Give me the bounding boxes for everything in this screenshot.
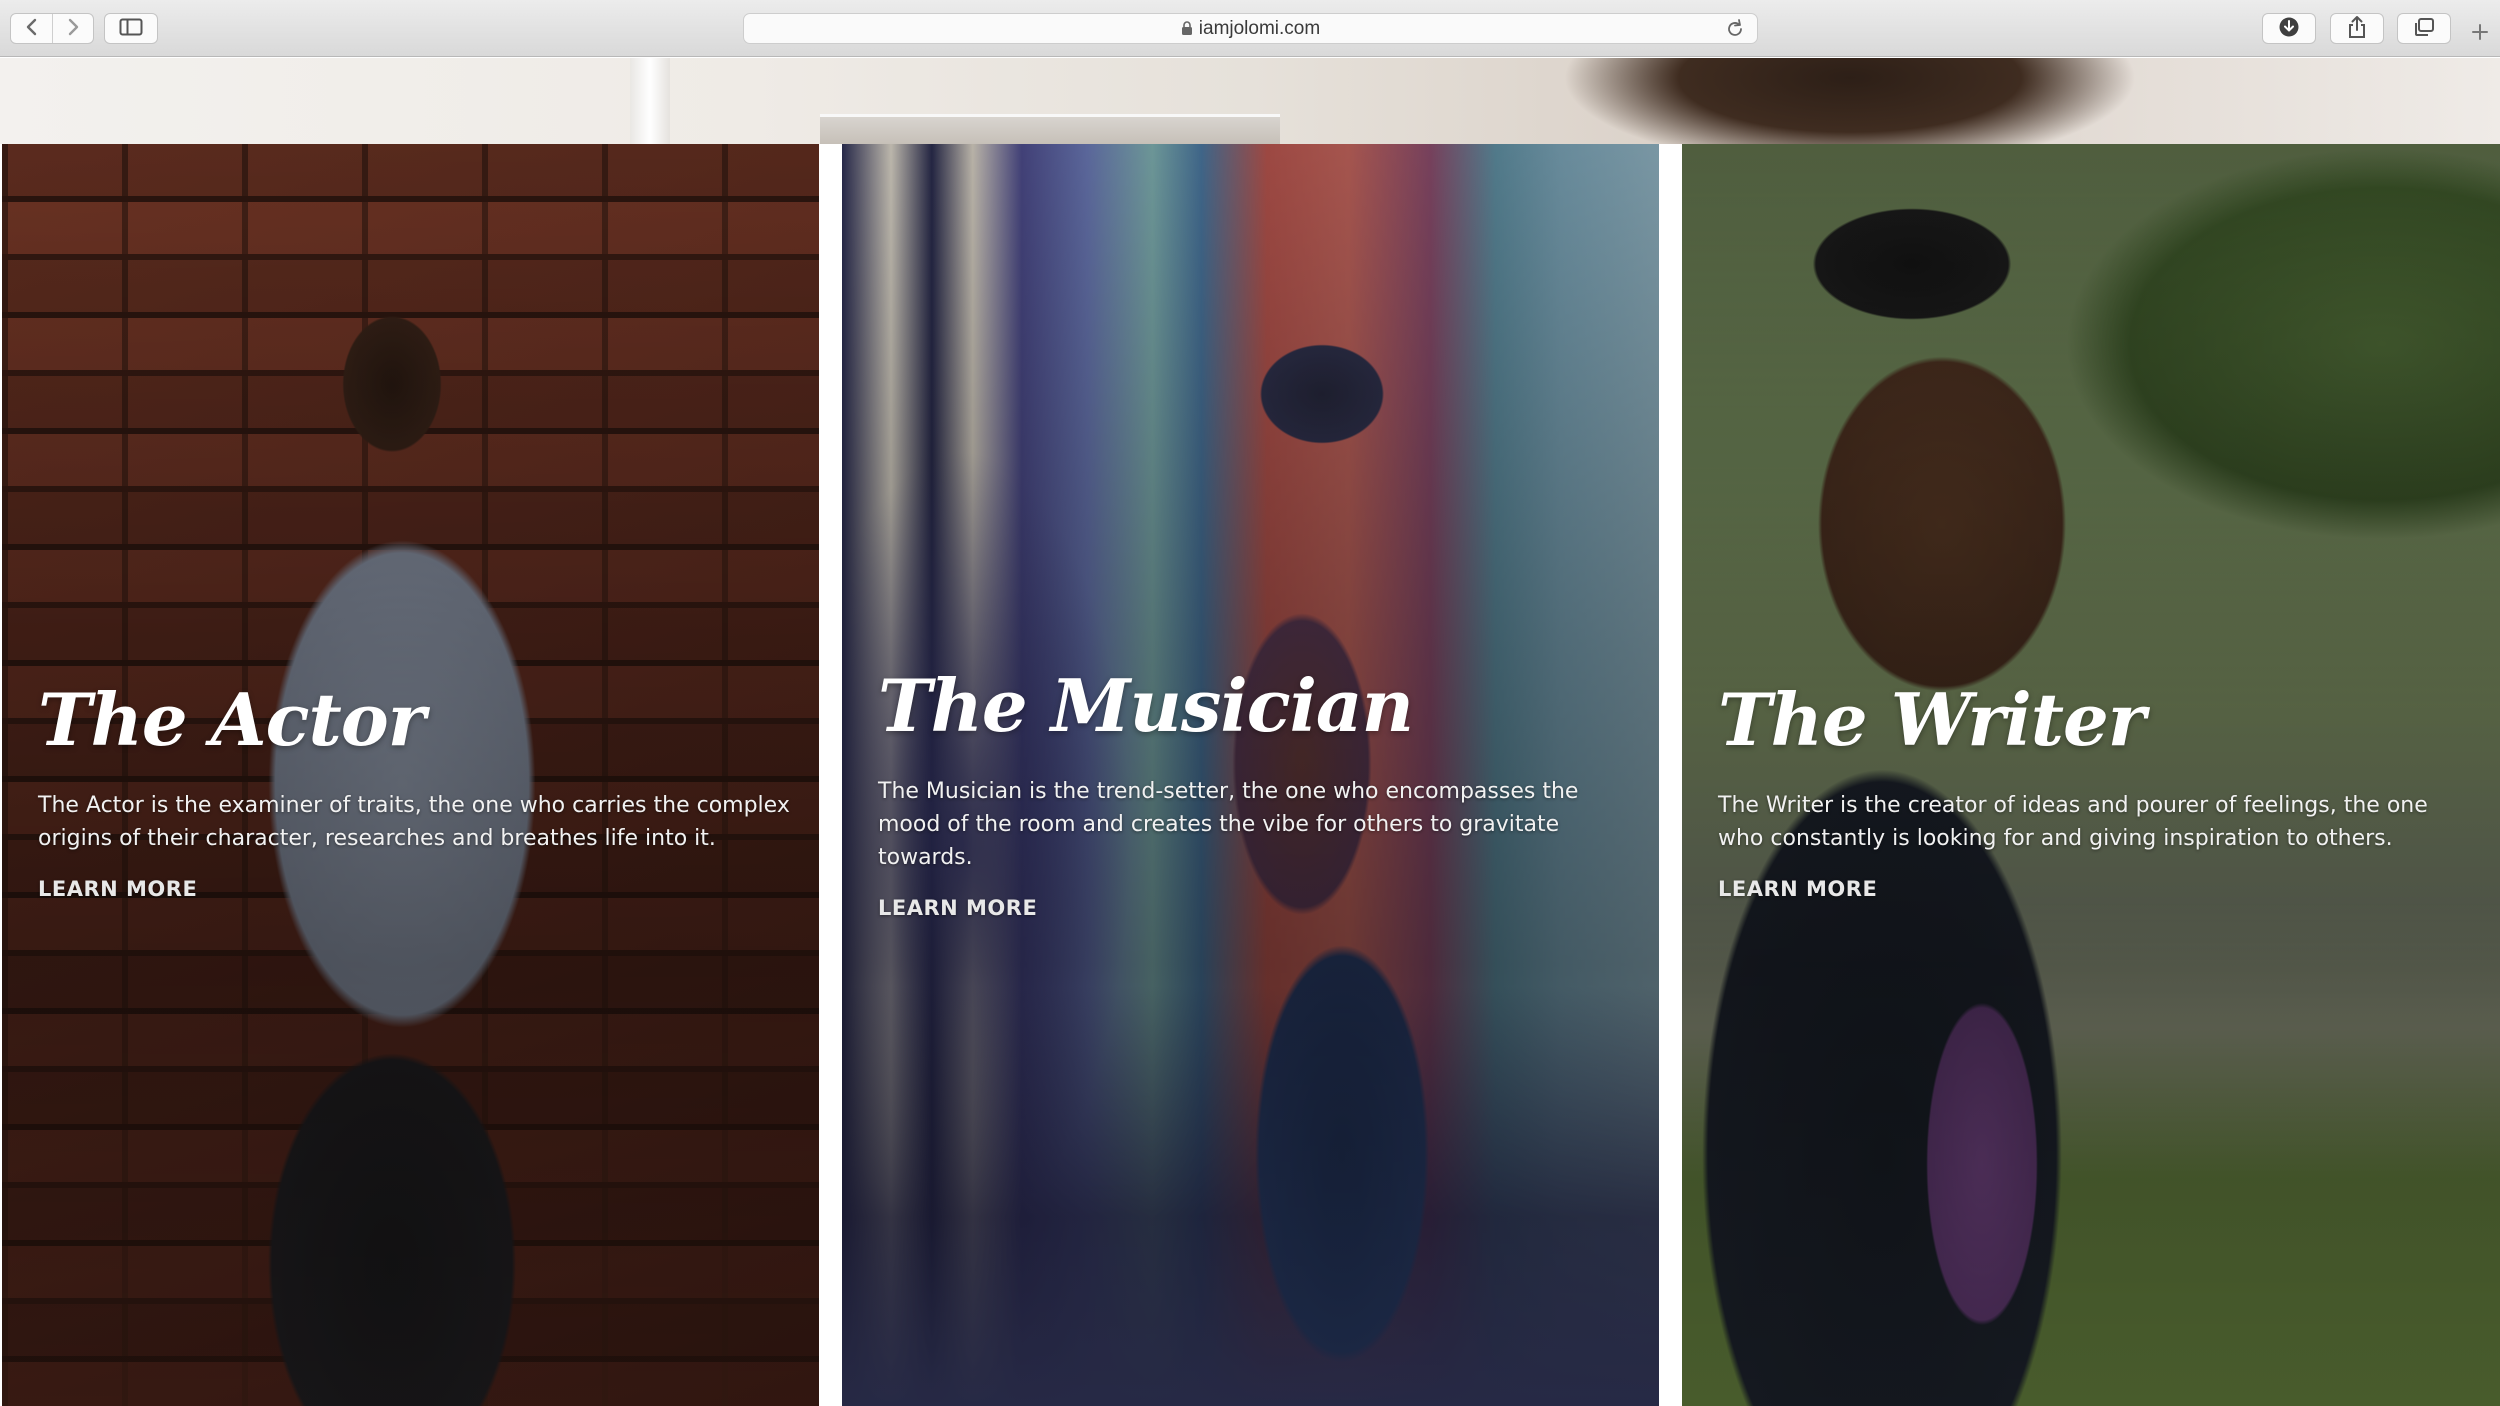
role-panels: The Actor The Actor is the examiner of t…: [0, 144, 2500, 1406]
chevron-left-icon: [25, 17, 39, 41]
show-tabs-button[interactable]: [2397, 13, 2451, 44]
url-text: iamjolomi.com: [1198, 17, 1321, 39]
downloads-button[interactable]: [2262, 13, 2316, 44]
navigation-buttons: [10, 13, 94, 44]
writer-description: The Writer is the creator of ideas and p…: [1718, 793, 2428, 852]
reload-icon[interactable]: [1725, 18, 1745, 40]
actor-learn-more-link[interactable]: LEARN MORE: [38, 877, 197, 901]
hero-window-frame: [820, 114, 1280, 144]
musician-description: The Musician is the trend-setter, the on…: [878, 779, 1579, 871]
writer-title: The Writer: [1718, 677, 2146, 762]
musician-panel[interactable]: The Musician The Musician is the trend-s…: [842, 144, 1659, 1406]
sidebar-toggle-button[interactable]: [104, 13, 158, 44]
browser-toolbar: iamjolomi.com: [0, 0, 2500, 57]
share-icon: [2347, 15, 2367, 43]
lock-icon: [1181, 21, 1193, 36]
address-bar[interactable]: iamjolomi.com: [743, 13, 1758, 44]
hero-pillar: [630, 58, 670, 144]
sidebar-icon: [119, 18, 143, 40]
chevron-right-icon: [66, 17, 80, 41]
musician-panel-content: The Musician The Musician is the trend-s…: [878, 666, 1638, 920]
download-icon: [2278, 16, 2300, 42]
actor-panel[interactable]: The Actor The Actor is the examiner of t…: [2, 144, 819, 1406]
tabs-icon: [2413, 17, 2435, 41]
writer-learn-more-link[interactable]: LEARN MORE: [1718, 877, 1877, 901]
actor-panel-content: The Actor The Actor is the examiner of t…: [38, 680, 798, 901]
actor-description: The Actor is the examiner of traits, the…: [38, 793, 790, 852]
musician-title: The Musician: [878, 663, 1414, 748]
new-tab-button[interactable]: [2465, 19, 2495, 49]
writer-panel-content: The Writer The Writer is the creator of …: [1718, 680, 2478, 901]
hero-image: [0, 58, 2500, 144]
writer-panel[interactable]: The Writer The Writer is the creator of …: [1682, 144, 2500, 1406]
forward-button[interactable]: [52, 14, 93, 43]
back-button[interactable]: [11, 14, 52, 43]
musician-learn-more-link[interactable]: LEARN MORE: [878, 896, 1037, 920]
share-button[interactable]: [2330, 13, 2384, 44]
actor-title: The Actor: [38, 677, 426, 762]
plus-icon: [2471, 23, 2489, 45]
